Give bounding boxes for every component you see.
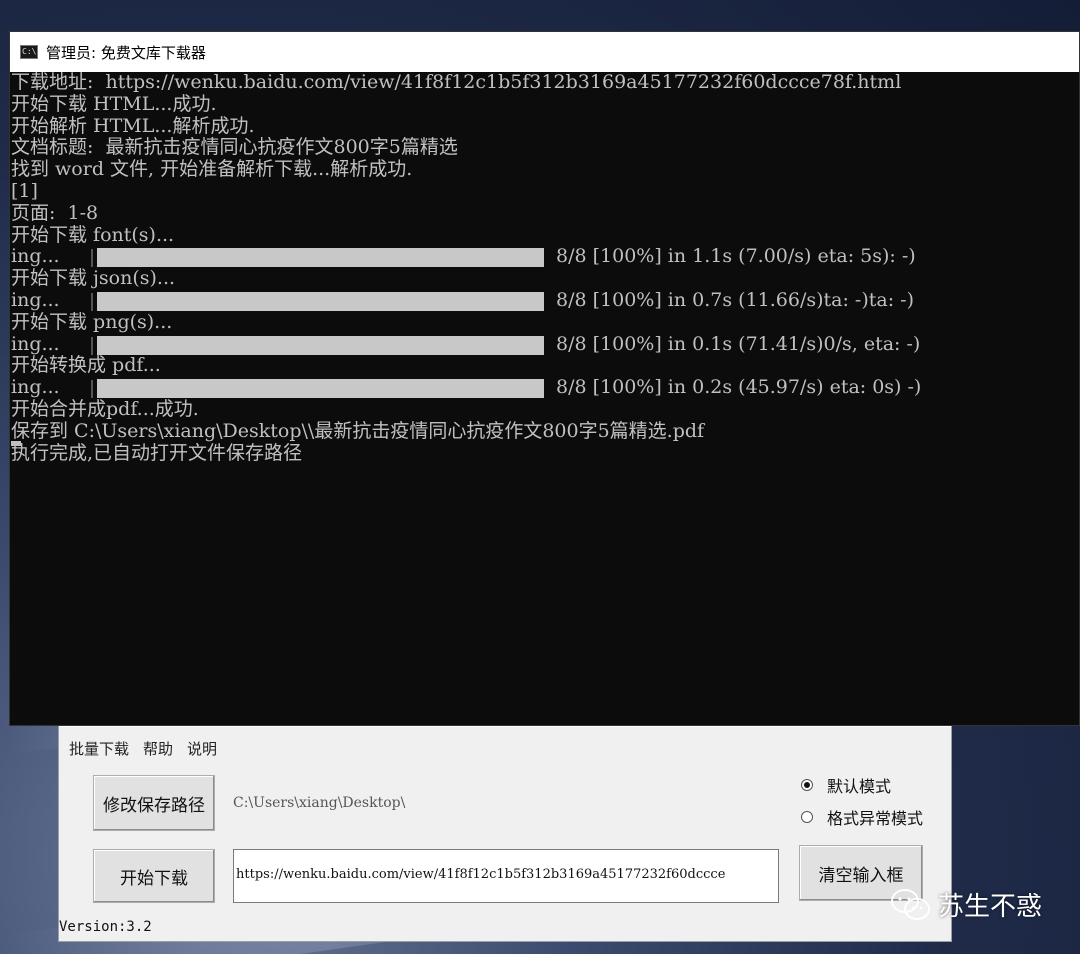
console-output[interactable]: 下载地址: https://wenku.baidu.com/view/41f8f… (11, 71, 1079, 725)
console-line: 找到 word 文件, 开始准备解析下载...解析成功. (11, 158, 413, 181)
console-line: 开始下载 HTML...成功. (11, 92, 217, 115)
console-line: 文档标题: 最新抗击疫情同心抗疫作文800字5篇精选 (11, 136, 458, 159)
progress-line: ing... 8/8 [100%] in 1.1s (7.00/s) eta: 5… (11, 246, 1079, 268)
progress-bar-edge (91, 380, 93, 399)
console-line: 下载地址: https://wenku.baidu.com/view/41f8f… (11, 71, 902, 93)
progress-stats: 8/8 [100%] in 0.7s (11.66/s)ta: -)ta: -) (556, 288, 915, 311)
progress-bar (97, 379, 544, 399)
progress-bar (97, 248, 544, 268)
progress-stats: 8/8 [100%] in 1.1s (7.00/s) eta: 5s): -) (556, 245, 916, 268)
console-line: 开始转换成 pdf... (11, 354, 161, 377)
progress-bar (97, 335, 544, 355)
mode-option-format-error[interactable]: 格式异常模式 (801, 805, 923, 829)
mode-label-format-error: 格式异常模式 (827, 809, 924, 828)
change-save-path-button[interactable]: 修改保存路径 (93, 775, 215, 831)
menu-about[interactable]: 说明 (187, 737, 217, 761)
console-line: [1] (11, 179, 38, 202)
progress-bar-edge (91, 336, 93, 355)
console-line: 开始下载 font(s)... (11, 223, 175, 246)
console-line: 保存到 C:\Users\xiang\Desktop\\最新抗击疫情同心抗疫作文… (11, 419, 705, 442)
progress-bar-edge (91, 249, 93, 268)
progress-line: ing... 8/8 [100%] in 0.7s (11.66/s)ta: -)… (11, 288, 1079, 312)
console-line: 开始解析 HTML...解析成功. (11, 114, 255, 137)
menu-bar: 批量下载 帮助 说明 (59, 737, 217, 761)
console-window: C:\ 管理员: 免费文库下载器 下载地址: https://wenku.bai… (9, 31, 1080, 726)
console-line: 执行完成,已自动打开文件保存路径 (11, 441, 303, 464)
console-title: 管理员: 免费文库下载器 (46, 43, 206, 62)
progress-prefix: ing... (11, 245, 60, 268)
progress-line: ing... 8/8 [100%] in 0.1s (71.41/s)0/s, e… (11, 332, 1079, 356)
watermark: 苏生不惑 (890, 886, 1042, 923)
progress-stats: 8/8 [100%] in 0.1s (71.41/s)0/s, eta: -) (556, 332, 921, 355)
console-cursor (11, 441, 21, 446)
mode-label-default: 默认模式 (827, 777, 892, 796)
cmd-icon: C:\ (20, 45, 38, 59)
watermark-text: 苏生不惑 (938, 892, 1043, 922)
menu-batch-download[interactable]: 批量下载 (69, 737, 129, 761)
progress-line: ing... 8/8 [100%] in 0.2s (45.97/s) eta: … (11, 376, 1079, 399)
progress-bar-edge (91, 292, 93, 311)
progress-prefix: ing... (11, 332, 60, 355)
mode-option-default[interactable]: 默认模式 (801, 773, 891, 797)
progress-stats: 8/8 [100%] in 0.2s (45.97/s) eta: 0s) -) (556, 376, 922, 399)
progress-prefix: ing... (11, 288, 60, 311)
console-line: 开始下载 png(s)... (11, 310, 173, 333)
downloader-window: 批量下载 帮助 说明 修改保存路径 C:\Users\xiang\Desktop… (58, 700, 952, 942)
radio-format-error-mode[interactable] (801, 811, 813, 823)
radio-default-mode[interactable] (801, 779, 813, 791)
console-line: 页面: 1-8 (11, 201, 99, 224)
console-line: 开始下载 json(s)... (11, 267, 176, 290)
progress-prefix: ing... (11, 376, 60, 399)
menu-help[interactable]: 帮助 (143, 737, 173, 761)
console-line: 开始合并成pdf...成功. (11, 397, 199, 420)
start-download-button[interactable]: 开始下载 (93, 849, 215, 903)
url-input[interactable]: https://wenku.baidu.com/view/41f8f12c1b5… (233, 849, 779, 903)
wechat-icon (891, 888, 930, 920)
save-path-label: C:\Users\xiang\Desktop\ (233, 795, 406, 811)
version-label: Version:3.2 (59, 919, 152, 935)
progress-bar (97, 291, 544, 311)
console-titlebar[interactable]: C:\ 管理员: 免费文库下载器 (10, 32, 1079, 72)
